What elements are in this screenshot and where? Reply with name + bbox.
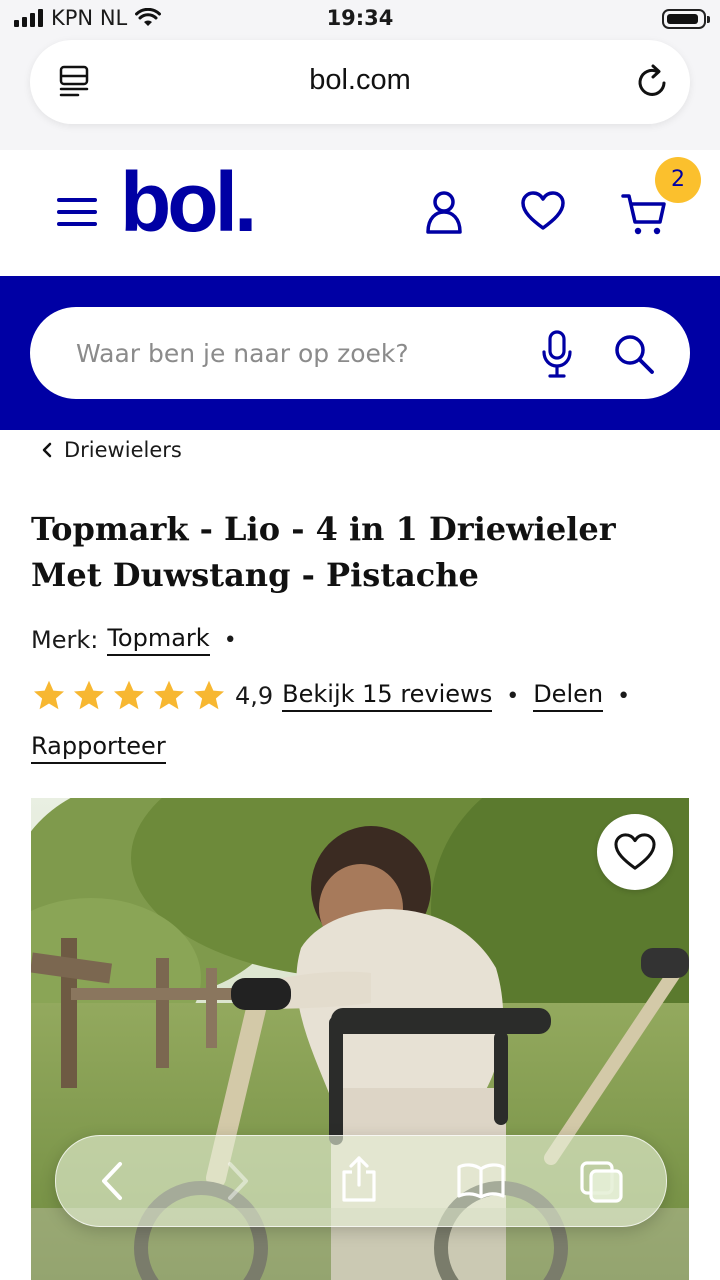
chevron-left-icon bbox=[42, 442, 52, 458]
breadcrumb-label[interactable]: Driewielers bbox=[64, 438, 182, 462]
status-time: 19:34 bbox=[326, 6, 394, 30]
search-icon[interactable] bbox=[613, 333, 655, 375]
url-text[interactable]: bol.com bbox=[30, 64, 690, 97]
brand-line: Merk: Topmark • bbox=[31, 624, 251, 656]
cart-count-badge[interactable]: 2 bbox=[655, 157, 701, 203]
cart-icon[interactable] bbox=[620, 190, 668, 238]
star-icon bbox=[114, 680, 144, 710]
search-band bbox=[0, 276, 720, 430]
separator-dot: • bbox=[223, 627, 237, 653]
site-header: bol. bbox=[0, 150, 720, 276]
battery-icon bbox=[662, 9, 710, 29]
browser-toolbar bbox=[55, 1135, 667, 1227]
star-icon bbox=[34, 680, 64, 710]
address-bar[interactable]: bol.com bbox=[30, 40, 690, 124]
rating-value: 4,9 bbox=[235, 682, 274, 710]
star-icon bbox=[154, 680, 184, 710]
star-icon bbox=[74, 680, 104, 710]
brand-link[interactable]: Topmark bbox=[107, 624, 210, 656]
battery-level bbox=[667, 14, 698, 24]
report-line: Rapporteer bbox=[31, 732, 166, 764]
star-icon bbox=[194, 680, 224, 710]
reload-icon[interactable] bbox=[636, 62, 670, 100]
menu-icon[interactable] bbox=[57, 198, 97, 228]
separator-dot: • bbox=[506, 683, 520, 709]
rating-stars bbox=[31, 678, 227, 714]
wishlist-icon[interactable] bbox=[520, 190, 566, 232]
microphone-icon[interactable] bbox=[540, 329, 574, 379]
browser-address-area: bol.com bbox=[0, 40, 720, 150]
tabs-icon[interactable] bbox=[579, 1160, 625, 1204]
status-bar: KPN NL 19:34 bbox=[0, 0, 720, 40]
search-input[interactable] bbox=[76, 307, 516, 399]
share-link[interactable]: Delen bbox=[533, 680, 604, 712]
bookmarks-icon[interactable] bbox=[456, 1160, 506, 1200]
forward-icon[interactable] bbox=[222, 1160, 252, 1202]
heart-icon bbox=[614, 833, 656, 870]
separator-dot: • bbox=[617, 683, 631, 709]
share-icon[interactable] bbox=[339, 1154, 379, 1204]
back-icon[interactable] bbox=[98, 1160, 128, 1202]
bol-logo[interactable]: bol. bbox=[120, 160, 257, 244]
brand-label: Merk: bbox=[31, 626, 99, 654]
report-link[interactable]: Rapporteer bbox=[31, 732, 166, 764]
account-icon[interactable] bbox=[425, 190, 463, 236]
add-to-wishlist-button[interactable] bbox=[597, 814, 673, 890]
breadcrumb[interactable]: Driewielers bbox=[40, 438, 182, 462]
reviews-link[interactable]: Bekijk 15 reviews bbox=[282, 680, 493, 712]
search-box bbox=[30, 307, 690, 399]
product-title: Topmark - Lio - 4 in 1 Driewieler Met Du… bbox=[31, 510, 616, 594]
rating-line: 4,9 Bekijk 15 reviews • Delen • bbox=[31, 678, 644, 714]
